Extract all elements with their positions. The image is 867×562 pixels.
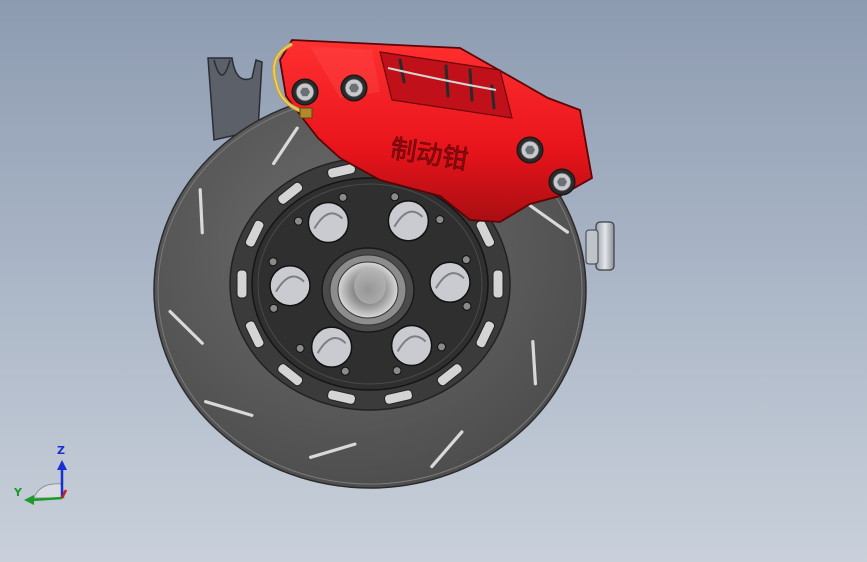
bolt-hole — [390, 192, 400, 202]
lightening-hole — [307, 201, 350, 244]
bolt-hole — [461, 255, 471, 265]
triad-icon — [24, 460, 68, 505]
bolt-hole — [338, 192, 348, 202]
bolt-hole — [293, 216, 303, 226]
bolt-hole — [435, 215, 445, 225]
lightening-hole — [429, 261, 471, 304]
bolt-hole — [268, 257, 278, 267]
y-axis-label: Y — [14, 486, 22, 499]
bolt-hole — [462, 301, 472, 311]
lightening-hole — [390, 324, 433, 367]
lightening-hole — [269, 264, 311, 307]
bolt-hole — [392, 366, 402, 376]
lightening-hole — [387, 200, 430, 242]
brake-assembly-model[interactable]: 制动钳 — [0, 0, 867, 562]
vent-slot — [236, 269, 248, 299]
view-orientation-triad[interactable]: Z Y — [12, 442, 82, 512]
bolt-hole — [437, 342, 447, 352]
cad-viewport[interactable]: 制动钳 Z Y — [0, 0, 867, 562]
bolt-hole — [295, 343, 305, 353]
vent-slot — [492, 269, 504, 299]
disc-slot — [198, 188, 204, 235]
bolt-hole — [340, 366, 350, 376]
z-axis-label: Z — [57, 444, 65, 457]
wheel-hub[interactable] — [321, 247, 415, 333]
bolt-hole — [269, 303, 279, 313]
lightening-hole — [310, 326, 353, 368]
